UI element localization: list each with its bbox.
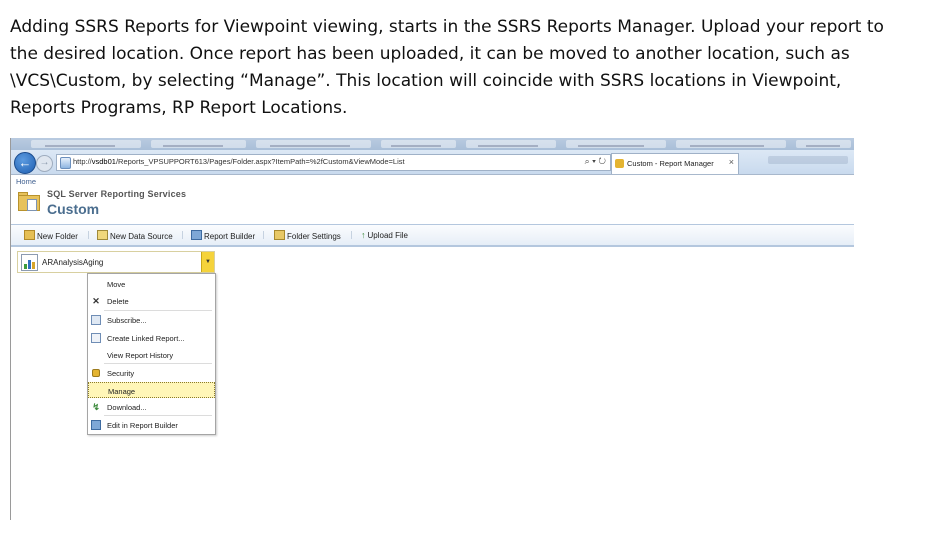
report-builder-icon xyxy=(91,420,101,430)
browser-tools-icon[interactable] xyxy=(768,156,848,164)
upload-arrow-icon: ↑ xyxy=(361,230,366,240)
menu-item-label: Create Linked Report... xyxy=(107,334,185,343)
background-tab[interactable] xyxy=(31,140,141,148)
background-tab[interactable] xyxy=(151,140,246,148)
address-path: /Reports_VPSUPPORT613/Pages/Folder.aspx?… xyxy=(115,157,405,166)
background-tab[interactable] xyxy=(466,140,556,148)
folder-settings-label: Folder Settings xyxy=(287,232,341,241)
report-manager-favicon-icon xyxy=(615,159,624,168)
report-context-menu: Move ✕ Delete Subscribe... Create Linked… xyxy=(87,273,216,435)
address-prefix: http:// xyxy=(73,157,92,166)
menu-item-label: View Report History xyxy=(107,351,174,360)
page-icon xyxy=(60,157,71,169)
menu-item-edit-in-report-builder[interactable]: Edit in Report Builder xyxy=(88,417,215,433)
address-bar[interactable]: http://vsdb01/Reports_VPSUPPORT613/Pages… xyxy=(56,154,611,171)
toolbar-divider xyxy=(182,231,183,239)
menu-item-view-report-history[interactable]: View Report History xyxy=(88,347,215,363)
folder-settings-button[interactable]: Folder Settings xyxy=(274,230,341,241)
subscribe-icon xyxy=(91,315,101,325)
toolbar-divider xyxy=(263,231,264,239)
menu-item-manage[interactable]: Manage xyxy=(88,382,215,398)
menu-item-label: Download... xyxy=(107,403,147,412)
menu-item-create-linked-report[interactable]: Create Linked Report... xyxy=(88,330,215,346)
menu-item-label: Manage xyxy=(108,387,136,396)
folder-toolbar: New Folder New Data Source Report Builde… xyxy=(11,224,854,247)
report-name[interactable]: ARAnalysisAging xyxy=(42,258,103,267)
new-folder-label: New Folder xyxy=(37,232,78,241)
report-chart-icon xyxy=(21,254,38,271)
address-url: http://vsdb01/Reports_VPSUPPORT613/Pages… xyxy=(73,157,405,166)
background-tab[interactable] xyxy=(796,140,851,148)
menu-item-move[interactable]: Move xyxy=(88,276,215,292)
new-data-source-label: New Data Source xyxy=(110,232,173,241)
report-builder-icon xyxy=(191,230,202,240)
folder-icon xyxy=(18,192,40,211)
instruction-text: Adding SSRS Reports for Viewpoint viewin… xyxy=(10,17,884,118)
x-icon: ✕ xyxy=(92,296,100,306)
report-builder-button[interactable]: Report Builder xyxy=(191,230,255,241)
menu-divider xyxy=(104,310,212,311)
chevron-down-icon[interactable]: ▼ xyxy=(201,252,214,272)
page-title: Custom xyxy=(47,201,100,217)
report-item-ARAnalysisAging[interactable]: ARAnalysisAging ▼ xyxy=(17,251,215,273)
lock-icon xyxy=(92,369,100,377)
download-icon: ↯ xyxy=(92,402,100,412)
instruction-paragraph: Adding SSRS Reports for Viewpoint viewin… xyxy=(10,14,890,122)
toolbar-divider xyxy=(351,231,352,239)
active-tab-title: Custom - Report Manager xyxy=(627,159,714,168)
report-manager-screenshot: ← → http://vsdb01/Reports_VPSUPPORT613/P… xyxy=(10,138,854,520)
close-tab-icon[interactable]: × xyxy=(729,157,734,167)
menu-item-label: Edit in Report Builder xyxy=(107,421,178,430)
background-tab[interactable] xyxy=(566,140,666,148)
menu-item-download[interactable]: ↯ Download... xyxy=(88,399,215,415)
back-button[interactable]: ← xyxy=(14,152,36,174)
toolbar-divider xyxy=(88,231,89,239)
upload-file-label: Upload File xyxy=(367,231,408,240)
menu-item-label: Move xyxy=(107,280,126,289)
background-tab[interactable] xyxy=(676,140,786,148)
folder-settings-icon xyxy=(274,230,285,240)
menu-item-subscribe[interactable]: Subscribe... xyxy=(88,312,215,328)
new-data-source-button[interactable]: New Data Source xyxy=(97,230,173,241)
background-tab[interactable] xyxy=(256,140,371,148)
upload-file-button[interactable]: ↑ Upload File xyxy=(361,230,408,240)
background-tab[interactable] xyxy=(381,140,456,148)
menu-item-delete[interactable]: ✕ Delete xyxy=(88,293,215,309)
menu-item-label: Security xyxy=(107,369,135,378)
browser-navigation-bar: ← → http://vsdb01/Reports_VPSUPPORT613/P… xyxy=(11,150,854,175)
address-tools-icon[interactable]: ⌕ ▾ ↻ xyxy=(585,156,606,167)
linked-report-icon xyxy=(91,333,101,343)
address-host: vsdb01 xyxy=(91,157,116,166)
breadcrumb-home[interactable]: Home xyxy=(16,177,36,186)
forward-button[interactable]: → xyxy=(36,155,53,172)
new-folder-icon xyxy=(24,230,35,240)
blurred-tab-strip xyxy=(11,138,854,150)
menu-item-label: Subscribe... xyxy=(107,316,147,325)
menu-item-label: Delete xyxy=(107,297,129,306)
report-builder-label: Report Builder xyxy=(204,232,256,241)
menu-divider xyxy=(104,363,212,364)
product-title: SQL Server Reporting Services xyxy=(47,189,187,199)
menu-divider xyxy=(104,415,212,416)
data-source-icon xyxy=(97,230,108,240)
menu-item-security[interactable]: Security xyxy=(88,365,215,381)
active-browser-tab[interactable]: Custom - Report Manager × xyxy=(611,153,739,174)
new-folder-button[interactable]: New Folder xyxy=(24,230,78,241)
